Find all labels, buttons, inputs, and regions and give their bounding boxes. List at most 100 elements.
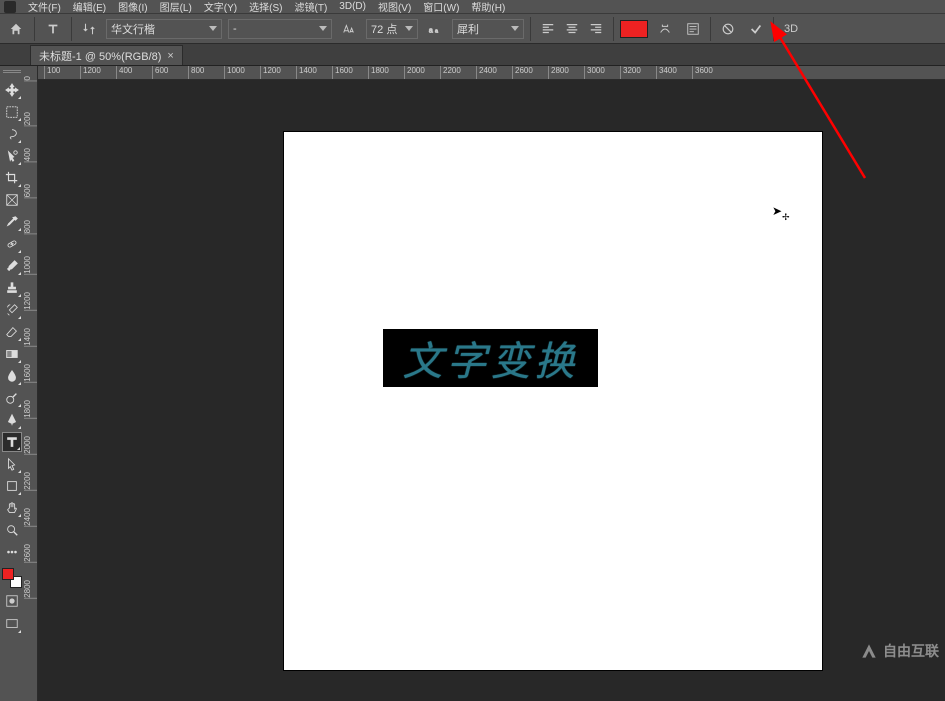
dodge-tool[interactable] — [2, 388, 22, 408]
cancel-button[interactable] — [717, 18, 739, 40]
chevron-down-icon — [405, 26, 413, 31]
healing-tool[interactable] — [2, 234, 22, 254]
divider — [530, 17, 531, 41]
eyedropper-tool[interactable] — [2, 212, 22, 232]
close-icon[interactable]: × — [167, 50, 173, 62]
ruler-tick: 3600 — [692, 66, 713, 80]
font-family-dropdown[interactable]: 华文行楷 — [106, 19, 222, 39]
divider — [613, 17, 614, 41]
path-select-tool[interactable] — [2, 454, 22, 474]
ruler-tick: 1000 — [24, 256, 38, 275]
divider — [773, 17, 774, 41]
ruler-tick: 400 — [116, 66, 132, 80]
foreground-color[interactable] — [2, 568, 14, 580]
watermark-text: 自由互联 — [883, 641, 939, 661]
cursor-icon: ➤ — [772, 204, 782, 218]
toolbox — [0, 66, 24, 701]
edit-toolbar-button[interactable] — [2, 542, 22, 562]
brush-tool[interactable] — [2, 256, 22, 276]
ruler-tick: 2800 — [548, 66, 569, 80]
menu-window[interactable]: 窗口(W) — [419, 0, 463, 15]
text-orientation-toggle[interactable] — [78, 18, 100, 40]
ruler-tick: 1800 — [24, 400, 38, 419]
svg-text:a: a — [429, 27, 433, 34]
text-layer[interactable]: 文字变换 — [383, 329, 598, 387]
blur-tool[interactable] — [2, 366, 22, 386]
screen-mode-button[interactable] — [2, 614, 22, 634]
chevron-down-icon — [209, 26, 217, 31]
viewport[interactable]: 文字变换 ➤ ✢ — [38, 80, 945, 701]
text-align-group — [537, 18, 607, 40]
font-size-value: 72 点 — [371, 21, 397, 37]
menu-file[interactable]: 文件(F) — [24, 0, 65, 15]
active-tool-indicator[interactable] — [41, 17, 65, 41]
move-tool[interactable] — [2, 80, 22, 100]
horizontal-ruler[interactable]: 1001200400600800100012001400160018002000… — [38, 66, 945, 80]
align-left-button[interactable] — [537, 18, 559, 40]
font-style-dropdown[interactable]: - — [228, 19, 332, 39]
crop-tool[interactable] — [2, 168, 22, 188]
3d-button[interactable]: 3D — [780, 23, 802, 35]
font-family-value: 华文行楷 — [111, 21, 155, 37]
menu-3d[interactable]: 3D(D) — [335, 0, 370, 13]
shape-tool[interactable] — [2, 476, 22, 496]
ruler-tick: 0 — [24, 76, 38, 81]
ruler-tick: 2600 — [24, 544, 38, 563]
ruler-tick: 1000 — [224, 66, 245, 80]
marquee-tool[interactable] — [2, 102, 22, 122]
font-size-icon — [338, 18, 360, 40]
history-brush-tool[interactable] — [2, 300, 22, 320]
pen-tool[interactable] — [2, 410, 22, 430]
anti-alias-value: 犀利 — [457, 21, 479, 37]
ruler-tick: 600 — [24, 184, 38, 198]
text-color-swatch[interactable] — [620, 20, 648, 38]
foreground-background-colors[interactable] — [2, 568, 22, 588]
hand-tool[interactable] — [2, 498, 22, 518]
ruler-tick: 3200 — [620, 66, 641, 80]
quick-select-tool[interactable] — [2, 146, 22, 166]
commit-button[interactable] — [745, 18, 767, 40]
document-tab-bar: 未标题-1 @ 50%(RGB/8) × — [0, 44, 945, 66]
menu-select[interactable]: 选择(S) — [245, 0, 286, 15]
ruler-tick: 3000 — [584, 66, 605, 80]
ruler-tick: 1200 — [80, 66, 101, 80]
vertical-ruler[interactable]: 0200400600800100012001400160018002000220… — [24, 66, 38, 701]
menu-help[interactable]: 帮助(H) — [467, 0, 509, 15]
menu-image[interactable]: 图像(I) — [114, 0, 151, 15]
lasso-tool[interactable] — [2, 124, 22, 144]
ruler-tick: 2000 — [404, 66, 425, 80]
chevron-down-icon — [511, 26, 519, 31]
menu-edit[interactable]: 编辑(E) — [69, 0, 110, 15]
ruler-tick: 2200 — [440, 66, 461, 80]
eraser-tool[interactable] — [2, 322, 22, 342]
menu-layer[interactable]: 图层(L) — [156, 0, 196, 15]
warp-text-button[interactable] — [654, 18, 676, 40]
document-tab[interactable]: 未标题-1 @ 50%(RGB/8) × — [30, 45, 183, 65]
divider — [34, 17, 35, 41]
quick-mask-toggle[interactable] — [2, 594, 22, 608]
artboard[interactable]: 文字变换 ➤ ✢ — [284, 132, 822, 670]
menu-type[interactable]: 文字(Y) — [200, 0, 241, 15]
ruler-tick: 200 — [24, 112, 38, 126]
menu-view[interactable]: 视图(V) — [374, 0, 415, 15]
character-panel-button[interactable] — [682, 18, 704, 40]
ruler-tick: 1600 — [24, 364, 38, 383]
font-size-dropdown[interactable]: 72 点 — [366, 19, 418, 39]
home-button[interactable] — [4, 17, 28, 41]
menu-filter[interactable]: 滤镜(T) — [291, 0, 332, 15]
ruler-tick: 800 — [188, 66, 204, 80]
align-center-button[interactable] — [561, 18, 583, 40]
type-tool[interactable] — [2, 432, 22, 452]
zoom-tool[interactable] — [2, 520, 22, 540]
align-right-button[interactable] — [585, 18, 607, 40]
ruler-tick: 400 — [24, 148, 38, 162]
toolbox-grip[interactable] — [3, 70, 21, 76]
menu-bar: 文件(F) 编辑(E) 图像(I) 图层(L) 文字(Y) 选择(S) 滤镜(T… — [0, 0, 945, 14]
frame-tool[interactable] — [2, 190, 22, 210]
gradient-tool[interactable] — [2, 344, 22, 364]
anti-alias-dropdown[interactable]: 犀利 — [452, 19, 524, 39]
watermark: 自由互联 — [859, 641, 939, 661]
cursor-badge-icon: ✢ — [782, 212, 790, 223]
stamp-tool[interactable] — [2, 278, 22, 298]
anti-alias-icon: aa — [424, 18, 446, 40]
